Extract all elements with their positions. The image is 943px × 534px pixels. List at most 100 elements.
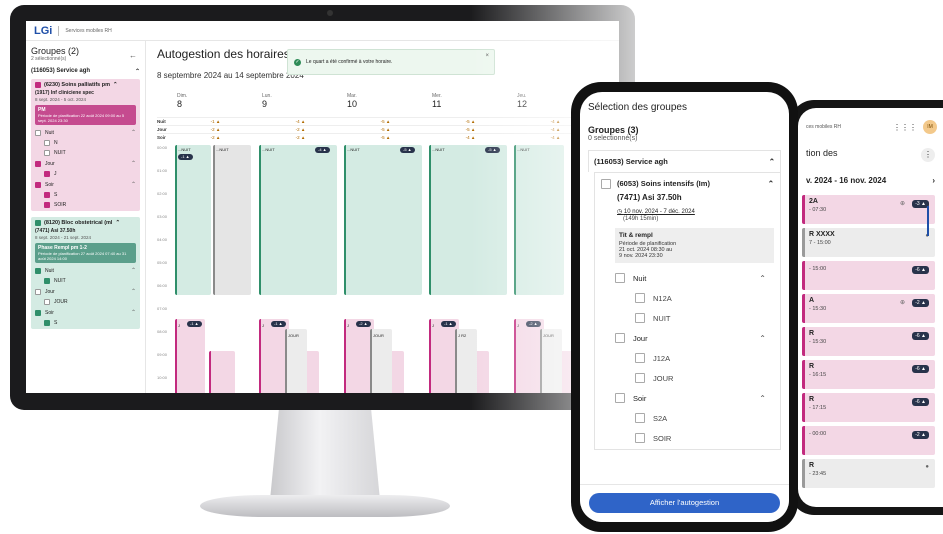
item-checkbox[interactable]: [44, 278, 50, 284]
avatar[interactable]: IM: [923, 120, 937, 134]
night-shift-block[interactable]: [429, 145, 507, 295]
other-shift-block[interactable]: [370, 329, 392, 393]
close-icon[interactable]: ×: [485, 53, 489, 59]
shift-card[interactable]: R - 23:45 ●: [802, 459, 935, 488]
group-dates-link[interactable]: ◷ 10 nov. 2024 - 7 déc. 2024: [617, 208, 774, 215]
shift-item[interactable]: N: [35, 140, 136, 146]
service-header[interactable]: (116053) Service agh ⌃: [31, 68, 140, 75]
shift-card[interactable]: - 15:00 -6 ▲: [802, 261, 935, 290]
other-shift-block[interactable]: [455, 329, 477, 393]
shift-checkbox[interactable]: [35, 288, 41, 295]
shift-item[interactable]: S: [35, 192, 136, 198]
phone-shift-row[interactable]: Soir ⌃: [601, 393, 774, 403]
shift-card[interactable]: - 00:00 -2 ▲: [802, 426, 935, 455]
day-header[interactable]: Lun. 9: [242, 93, 327, 109]
night-shift-block[interactable]: [259, 145, 337, 295]
evening-shift-block[interactable]: [209, 351, 235, 393]
shift-item[interactable]: NUIT: [35, 150, 136, 156]
item-checkbox[interactable]: [635, 353, 645, 363]
shift-item[interactable]: J: [35, 171, 136, 177]
phone-shift-row[interactable]: Nuit ⌃: [601, 273, 774, 283]
day-header[interactable]: Jeu. 12: [497, 93, 582, 109]
shift-card[interactable]: 2A - 07:30 -3 ▲ ⊕: [802, 195, 935, 224]
chevron-up-icon[interactable]: ⌃: [768, 179, 774, 188]
phone-service-header[interactable]: (116053) Service agh ⌃: [588, 150, 781, 172]
shift-checkbox[interactable]: [615, 393, 625, 403]
shift-card[interactable]: R XXXX 7 - 15:00 ●: [802, 228, 935, 257]
item-checkbox[interactable]: [44, 299, 50, 305]
shift-row-nuit[interactable]: Nuit ⌃: [35, 267, 136, 274]
item-checkbox[interactable]: [44, 140, 50, 146]
shift-item[interactable]: SOIR: [35, 202, 136, 208]
shift-checkbox[interactable]: [35, 181, 41, 188]
item-checkbox[interactable]: [44, 150, 50, 156]
chevron-up-icon[interactable]: ⌃: [131, 160, 136, 167]
shift-row-soir[interactable]: Soir ⌃: [35, 309, 136, 316]
shift-item[interactable]: JOUR: [35, 299, 136, 305]
other-shift-block[interactable]: [285, 329, 307, 393]
shift-row-soir[interactable]: Soir ⌃: [35, 181, 136, 188]
apps-grid-icon[interactable]: ⋮⋮⋮: [893, 123, 917, 132]
chevron-up-icon[interactable]: ⌃: [131, 129, 136, 136]
group-checkbox[interactable]: [601, 179, 611, 189]
shift-card[interactable]: R- 16:15 -6 ▲: [802, 360, 935, 389]
shift-checkbox[interactable]: [615, 333, 625, 343]
item-checkbox[interactable]: [44, 171, 50, 177]
group-checkbox[interactable]: [35, 82, 41, 88]
shift-checkbox[interactable]: [35, 160, 41, 167]
arrow-left-icon[interactable]: ←: [129, 51, 137, 60]
chevron-right-icon[interactable]: ›: [932, 176, 935, 185]
show-autogestion-button[interactable]: Afficher l'autogestion: [589, 493, 780, 513]
shift-row-jour[interactable]: Jour ⌃: [35, 288, 136, 295]
phone-shift-item[interactable]: NUIT: [601, 313, 774, 323]
phone-shift-item[interactable]: J12A: [601, 353, 774, 363]
scrollbar[interactable]: [927, 206, 929, 236]
chevron-up-icon[interactable]: ⌃: [769, 157, 775, 166]
shift-card[interactable]: R- 17:15 -6 ▲: [802, 393, 935, 422]
chevron-up-icon[interactable]: ⌃: [759, 334, 774, 343]
item-checkbox[interactable]: [635, 433, 645, 443]
chevron-up-icon[interactable]: ⌃: [759, 274, 774, 283]
chevron-up-icon[interactable]: ⌃: [759, 394, 774, 403]
shift-item[interactable]: NUIT: [35, 278, 136, 284]
other-shift-block[interactable]: [540, 329, 562, 393]
shift-checkbox[interactable]: [615, 273, 625, 283]
shift-checkbox[interactable]: [35, 267, 41, 274]
phone-shift-item[interactable]: S2A: [601, 413, 774, 423]
shift-checkbox[interactable]: [35, 309, 41, 316]
item-checkbox[interactable]: [44, 320, 50, 326]
item-checkbox[interactable]: [635, 373, 645, 383]
night-shift-block[interactable]: [514, 145, 564, 295]
phone-shift-item[interactable]: N12A: [601, 293, 774, 303]
item-checkbox[interactable]: [635, 413, 645, 423]
day-header[interactable]: Dim. 8: [157, 93, 242, 109]
night-shift-block[interactable]: [213, 145, 251, 295]
chevron-up-icon[interactable]: ⌃: [135, 68, 140, 75]
day-header[interactable]: Mer. 11: [412, 93, 497, 109]
shift-item[interactable]: S: [35, 320, 136, 326]
day-shift-block[interactable]: [175, 319, 205, 393]
shift-card[interactable]: A- 15:30 -2 ▲ ⊕: [802, 294, 935, 323]
item-checkbox[interactable]: [44, 192, 50, 198]
chevron-up-icon[interactable]: ⌃: [131, 288, 136, 295]
brand-logo[interactable]: LGi: [34, 25, 52, 37]
shift-row-jour[interactable]: Jour ⌃: [35, 160, 136, 167]
phone-shift-item[interactable]: SOIR: [601, 433, 774, 443]
night-shift-block[interactable]: [344, 145, 422, 295]
item-checkbox[interactable]: [635, 313, 645, 323]
phone-shift-row[interactable]: Jour ⌃: [601, 333, 774, 343]
more-options-icon[interactable]: ⋮: [921, 148, 935, 162]
item-checkbox[interactable]: [44, 202, 50, 208]
shift-row-nuit[interactable]: Nuit ⌃: [35, 129, 136, 136]
phone-shift-item[interactable]: JOUR: [601, 373, 774, 383]
shift-checkbox[interactable]: [35, 129, 41, 136]
day-header[interactable]: Mar. 10: [327, 93, 412, 109]
chevron-up-icon[interactable]: ⌃: [115, 220, 120, 226]
item-checkbox[interactable]: [635, 293, 645, 303]
group-checkbox[interactable]: [35, 220, 41, 226]
chevron-up-icon[interactable]: ⌃: [131, 181, 136, 188]
chevron-up-icon[interactable]: ⌃: [131, 309, 136, 316]
shift-card[interactable]: R- 15:30 -6 ▲: [802, 327, 935, 356]
chevron-up-icon[interactable]: ⌃: [113, 82, 118, 88]
night-shift-block[interactable]: [175, 145, 211, 295]
